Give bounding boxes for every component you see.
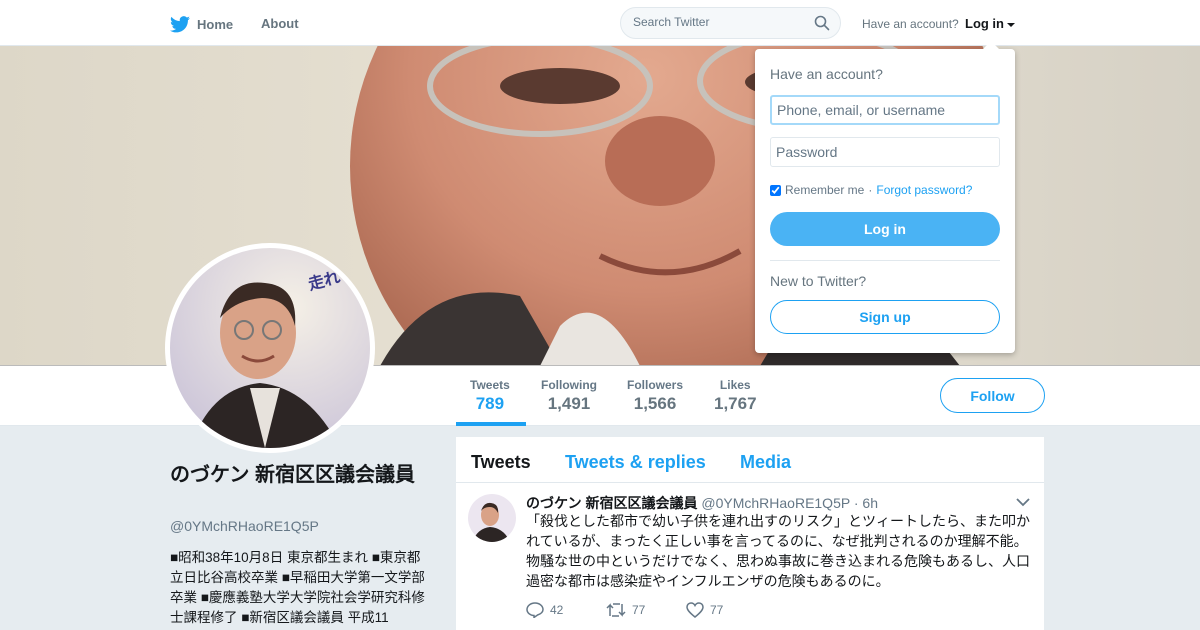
- stat-label: Likes: [719, 378, 751, 392]
- nav-home-link[interactable]: Home: [170, 14, 233, 34]
- profile-name: のづケン 新宿区区議会議員: [170, 464, 415, 486]
- login-link-label: Log in: [965, 16, 1004, 31]
- remember-separator: ·: [868, 183, 873, 197]
- tweet-author-handle[interactable]: @0YMchRHaoRE1Q5P: [701, 495, 850, 511]
- have-account-text: Have an account?: [862, 17, 959, 31]
- retweet-icon: [606, 603, 626, 617]
- tweet-avatar[interactable]: [468, 494, 516, 542]
- login-button[interactable]: Log in: [770, 212, 1000, 246]
- timeline-tabs: Tweets Tweets & replies Media: [456, 437, 1044, 483]
- username-field[interactable]: [770, 95, 1000, 125]
- nav-home-label: Home: [197, 16, 234, 32]
- tweet-author-name[interactable]: のづケン 新宿区区議会議員: [526, 495, 697, 511]
- tweet-header: のづケン 新宿区区議会議員 @0YMchRHaoRE1Q5P · 6h: [526, 493, 878, 513]
- stat-value: 1,767: [714, 394, 757, 413]
- tweet-item[interactable]: のづケン 新宿区区議会議員 @0YMchRHaoRE1Q5P · 6h 「殺伐と…: [456, 484, 1044, 630]
- reply-icon: [526, 602, 544, 618]
- stat-following[interactable]: Following 1,491: [541, 378, 597, 414]
- tweet-actions: 42 77 77: [526, 602, 766, 618]
- twitter-bird-icon: [170, 15, 190, 32]
- follow-button[interactable]: Follow: [940, 378, 1045, 413]
- signup-button[interactable]: Sign up: [770, 300, 1000, 334]
- stat-followers[interactable]: Followers 1,566: [627, 378, 683, 414]
- stat-label: Following: [541, 378, 597, 392]
- remember-row: Remember me · Forgot password?: [770, 183, 972, 197]
- avatar-photo: 走れ のづケ: [170, 248, 370, 448]
- remember-label: Remember me: [785, 183, 865, 197]
- reply-button[interactable]: 42: [526, 602, 606, 618]
- heart-icon: [686, 602, 704, 618]
- active-stat-underline: [456, 422, 526, 426]
- caret-down-icon: [1007, 22, 1015, 27]
- forgot-password-link[interactable]: Forgot password?: [876, 183, 972, 197]
- tab-tweets[interactable]: Tweets: [471, 452, 531, 473]
- password-field[interactable]: [770, 137, 1000, 167]
- like-button[interactable]: 77: [686, 602, 766, 618]
- stat-label: Followers: [627, 378, 684, 392]
- chevron-down-icon[interactable]: [1016, 497, 1030, 507]
- stat-value: 1,566: [633, 394, 677, 413]
- tweet-separator: ·: [853, 495, 859, 511]
- search-box: [620, 7, 841, 39]
- login-dropdown: Have an account? Remember me · Forgot pa…: [755, 41, 1015, 353]
- search-input[interactable]: [633, 15, 808, 29]
- search-icon[interactable]: [814, 15, 830, 31]
- new-to-twitter-text: New to Twitter?: [770, 273, 867, 289]
- tweet-text: 「殺伐とした都市で幼い子供を連れ出すのリスク」とツィートしたら、また叩かれている…: [526, 513, 1030, 589]
- tweet-time[interactable]: 6h: [862, 495, 878, 511]
- stat-value: 789: [475, 394, 505, 413]
- dropdown-title: Have an account?: [770, 66, 883, 82]
- like-count: 77: [710, 603, 724, 617]
- retweet-button[interactable]: 77: [606, 602, 686, 618]
- avatar[interactable]: 走れ のづケ: [165, 243, 375, 453]
- tweet-avatar-photo: [468, 494, 516, 542]
- stat-tweets[interactable]: Tweets 789: [470, 378, 510, 414]
- profile-bio: ■昭和38年10月8日 東京都生まれ ■東京都立日比谷高校卒業 ■早稲田大学第一…: [170, 550, 425, 625]
- login-dropdown-toggle[interactable]: Log in: [965, 16, 1015, 31]
- timeline: Tweets Tweets & replies Media のづケン 新宿区区議…: [456, 437, 1044, 630]
- tab-tweets-replies[interactable]: Tweets & replies: [565, 452, 706, 473]
- stat-value: 1,491: [547, 394, 591, 413]
- top-nav: Home About Have an account? Log in: [0, 0, 1200, 46]
- remember-checkbox[interactable]: [770, 184, 781, 196]
- profile-handle[interactable]: @0YMchRHaoRE1Q5P: [170, 518, 319, 534]
- stat-label: Tweets: [470, 378, 510, 392]
- divider: [770, 260, 1000, 261]
- nav-about-link[interactable]: About: [261, 16, 299, 31]
- reply-count: 42: [550, 603, 564, 617]
- tab-media[interactable]: Media: [740, 452, 791, 473]
- retweet-count: 77: [632, 603, 646, 617]
- stat-likes[interactable]: Likes 1,767: [714, 378, 757, 414]
